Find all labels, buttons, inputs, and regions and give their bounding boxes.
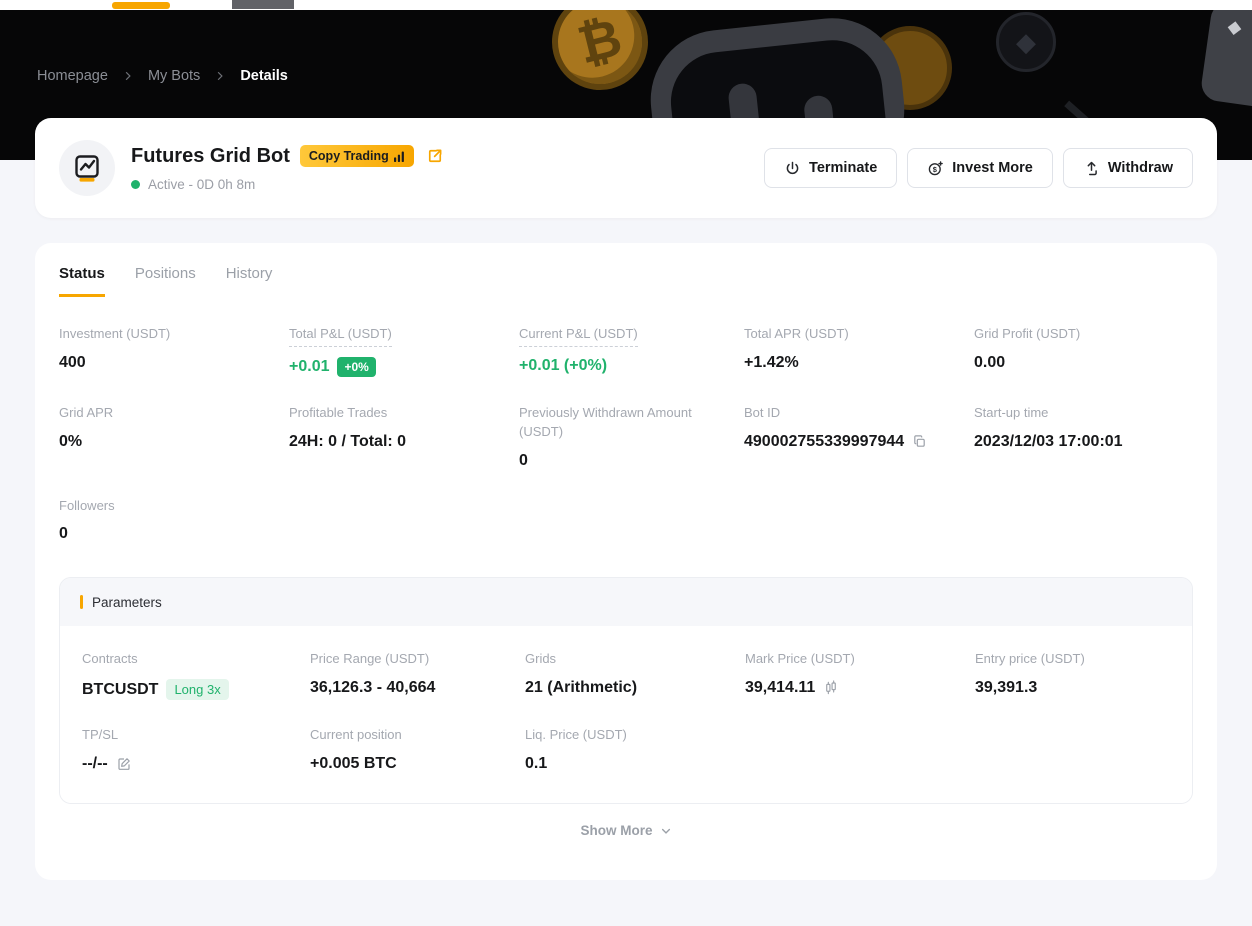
upload-arrow-icon (1083, 160, 1100, 177)
bot-details-card: Status Positions History Investment (USD… (35, 243, 1217, 880)
parameters-body: Contracts BTCUSDT Long 3x Price Range (U… (60, 626, 1192, 803)
status-text: Active - 0D 0h 8m (148, 177, 255, 192)
chevron-right-icon (122, 70, 134, 82)
stat-startup-time: Start-up time 2023/12/03 17:00:01 (974, 404, 1193, 470)
stat-grid-apr: Grid APR 0% (59, 404, 289, 470)
breadcrumb-homepage[interactable]: Homepage (37, 68, 108, 84)
nav-menu-fragment (232, 0, 294, 9)
invest-more-button[interactable]: $ Invest More (907, 148, 1053, 188)
stat-investment: Investment (USDT) 400 (59, 325, 289, 377)
param-price-range: Price Range (USDT) 36,126.3 - 40,664 (310, 650, 525, 700)
param-mark-price: Mark Price (USDT) 39,414.11 (745, 650, 975, 700)
ethereum-coin-illustration: ◆ (996, 12, 1056, 72)
bot-header-card: Futures Grid Bot Copy Trading Active - 0 (35, 118, 1217, 218)
pnl-percent-badge: +0% (337, 357, 375, 377)
bot-avatar (59, 140, 115, 196)
nav-active-tab-indicator (112, 2, 170, 9)
top-nav-strip (0, 0, 1252, 10)
status-stats-grid: Investment (USDT) 400 Total P&L (USDT) +… (59, 325, 1193, 543)
chevron-down-icon (660, 825, 672, 837)
bot-identity: Futures Grid Bot Copy Trading Active - 0 (59, 140, 444, 196)
terminate-button[interactable]: Terminate (764, 148, 897, 188)
stat-total-pnl: Total P&L (USDT) +0.01 +0% (289, 325, 519, 377)
param-liq-price: Liq. Price (USDT) 0.1 (525, 726, 745, 773)
accent-bar (80, 595, 83, 609)
parameters-header: Parameters (60, 578, 1192, 626)
chevron-right-icon (214, 70, 226, 82)
grid-bot-icon (71, 152, 103, 184)
stat-profitable-trades: Profitable Trades 24H: 0 / Total: 0 (289, 404, 519, 470)
copy-icon[interactable] (912, 434, 927, 449)
stat-previously-withdrawn: Previously Withdrawn Amount (USDT) 0 (519, 404, 744, 470)
stat-bot-id: Bot ID 490002755339997944 (744, 404, 974, 470)
header-actions: Terminate $ Invest More Withdraw (764, 148, 1193, 188)
breadcrumb-my-bots[interactable]: My Bots (148, 68, 200, 84)
edit-icon[interactable] (116, 756, 132, 772)
param-grids: Grids 21 (Arithmetic) (525, 650, 745, 700)
param-current-position: Current position +0.005 BTC (310, 726, 525, 773)
stat-grid-profit: Grid Profit (USDT) 0.00 (974, 325, 1193, 377)
parameters-panel: Parameters Contracts BTCUSDT Long 3x Pri… (59, 577, 1193, 804)
active-status-dot (131, 180, 140, 189)
candlestick-chart-icon[interactable] (823, 680, 839, 696)
leverage-badge: Long 3x (166, 679, 228, 700)
tab-positions[interactable]: Positions (135, 265, 196, 297)
robot-corner-illustration: ◆ (1199, 10, 1252, 108)
param-entry-price: Entry price (USDT) 39,391.3 (975, 650, 1170, 700)
show-more-button[interactable]: Show More (35, 823, 1217, 838)
breadcrumb-details: Details (240, 68, 288, 84)
stat-total-apr: Total APR (USDT) +1.42% (744, 325, 974, 377)
power-icon (784, 160, 801, 177)
stat-followers: Followers 0 (59, 497, 289, 544)
stat-current-pnl: Current P&L (USDT) +0.01 (+0%) (519, 325, 744, 377)
copy-trading-badge[interactable]: Copy Trading (300, 145, 414, 167)
page-title: Futures Grid Bot (131, 145, 290, 168)
param-contracts: Contracts BTCUSDT Long 3x (82, 650, 310, 700)
breadcrumb: Homepage My Bots Details (37, 68, 288, 84)
tab-history[interactable]: History (226, 265, 273, 297)
withdraw-button[interactable]: Withdraw (1063, 148, 1193, 188)
bar-chart-icon (394, 151, 405, 162)
detail-tabs: Status Positions History (35, 243, 1217, 297)
external-link-icon[interactable] (426, 147, 444, 165)
bitcoin-coin-illustration: ₿ (542, 10, 658, 100)
param-tp-sl: TP/SL --/-- (82, 726, 310, 773)
tab-status[interactable]: Status (59, 265, 105, 297)
svg-text:$: $ (933, 165, 938, 174)
dollar-plus-icon: $ (927, 160, 944, 177)
